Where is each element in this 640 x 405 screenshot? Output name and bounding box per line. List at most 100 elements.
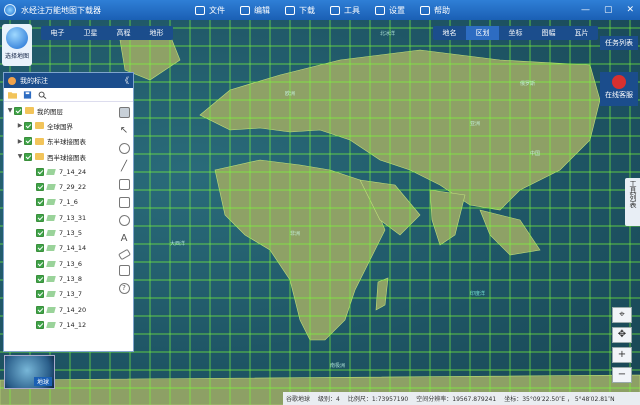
tool-list-label: 工具列表 [629,180,637,208]
support-label: 在线客服 [605,91,633,99]
collapse-icon[interactable]: ▶ [16,122,24,129]
tree-row-leaf[interactable]: 7_1_6 [4,195,112,210]
annotation-panel: 我的标注 《 ▼ 我的图层 ▶ 全球国界 ▶ 东半球接图表 ▼ 西半球接图表 7_14_… [3,72,134,352]
tab-map-sheets[interactable]: 图幅 [532,26,565,40]
menu-file[interactable]: 文件 [195,0,240,20]
tool-list-button[interactable]: 工具列表 [625,178,640,226]
pointer-icon[interactable]: ↖ [119,125,130,136]
main-menu: 文件 编辑 下载 工具 设置 帮助 [195,0,465,20]
tree-row-leaf[interactable]: 7_13_7 [4,287,112,302]
tree-row-leaf[interactable]: 7_14_24 [4,164,112,179]
choose-map-button[interactable]: 选择地图 [2,24,32,66]
layer-checkbox[interactable] [36,320,44,329]
minimize-button[interactable]: — [581,4,590,16]
tree-label: 西半球接图表 [47,153,86,162]
tab-satellite[interactable]: 卫星 [74,26,107,40]
task-list-button[interactable]: 任务列表 [600,36,638,50]
tree-row-eastern-index[interactable]: ▶ 东半球接图表 [4,134,112,149]
tree-label: 7_13_31 [59,213,87,222]
tree-row-leaf[interactable]: 7_13_31 [4,210,112,225]
line-icon[interactable]: ╱ [119,161,130,172]
status-source: 谷歌地球 [286,396,311,403]
tree-row-leaf[interactable]: 7_13_6 [4,256,112,271]
tree-label: 我的图层 [37,107,63,116]
tab-terrain[interactable]: 地形 [140,26,173,40]
menu-edit[interactable]: 编辑 [240,0,285,20]
polygon-layer-icon [46,291,56,298]
tree-row-leaf[interactable]: 7_13_5 [4,225,112,240]
rectangle-icon[interactable] [118,197,130,208]
tab-electronic[interactable]: 电子 [41,26,74,40]
layer-checkbox[interactable] [24,137,32,146]
full-extent-button[interactable]: ⌖ [612,307,632,323]
layer-checkbox[interactable] [36,290,44,299]
tab-place-names[interactable]: 地名 [433,26,466,40]
pan-button[interactable]: ✥ [612,327,632,343]
polygon-layer-icon [46,214,56,221]
layer-checkbox[interactable] [24,121,32,130]
polygon-icon[interactable] [118,179,130,190]
tree-row-leaf[interactable]: 7_14_12 [4,317,112,332]
globe-view-button[interactable]: 地球 [4,355,55,389]
menu-tools[interactable]: 工具 [330,0,375,20]
layer-checkbox[interactable] [36,213,44,222]
tree-row-global-borders[interactable]: ▶ 全球国界 [4,118,112,133]
zoom-in-button[interactable]: + [612,347,632,363]
tree-row-my-layers[interactable]: ▼ 我的图层 [4,103,112,118]
tab-regions[interactable]: 区划 [466,26,499,40]
status-scale: 比例尺：1:73957190 [347,396,409,403]
tree-row-leaf[interactable]: 7_29_22 [4,179,112,194]
file-icon [195,5,205,15]
layer-checkbox[interactable] [36,183,44,192]
expand-icon[interactable]: ▼ [16,153,24,160]
menu-edit-label: 编辑 [254,5,270,15]
tree-row-leaf[interactable]: 7_14_20 [4,302,112,317]
zoom-out-button[interactable]: − [612,367,632,383]
expand-icon[interactable]: ▼ [6,107,14,114]
layer-checkbox[interactable] [36,167,44,176]
edit-icon [240,5,250,15]
tree-row-western-index[interactable]: ▼ 西半球接图表 [4,149,112,164]
save-icon[interactable] [23,90,32,99]
panel-header: 我的标注 《 [4,73,133,88]
map-label-antarctica: 南极洲 [330,363,346,369]
menu-help[interactable]: 帮助 [420,0,465,20]
overlay-tabs: 地名 区划 坐标 图幅 瓦片 [433,26,598,40]
tab-coordinates[interactable]: 坐标 [499,26,532,40]
layer-checkbox[interactable] [36,244,44,253]
status-resolution: 空间分辨率：19567.879241 [416,396,497,403]
search-icon[interactable] [38,91,47,99]
tree-row-leaf[interactable]: 7_14_14 [4,241,112,256]
layer-checkbox[interactable] [36,198,44,207]
tree-row-leaf[interactable]: 7_13_8 [4,271,112,286]
maximize-button[interactable]: ▢ [604,4,613,16]
close-button[interactable]: ✕ [626,4,634,16]
online-support-button[interactable]: 在线客服 [600,72,638,106]
hand-icon[interactable] [118,107,130,118]
collapse-panel-button[interactable]: 《 [121,75,129,86]
marker-icon[interactable] [118,143,130,154]
map-label-asia: 亚洲 [470,121,481,127]
layer-checkbox[interactable] [24,152,32,161]
circle-icon[interactable] [118,215,130,226]
layer-checkbox[interactable] [36,229,44,238]
menu-download[interactable]: 下载 [285,0,330,20]
folder-icon [35,153,44,161]
layer-checkbox[interactable] [14,106,22,115]
polygon-layer-icon [46,184,56,191]
tree-label: 7_14_12 [59,320,87,329]
polygon-layer-icon [46,168,56,175]
layer-checkbox[interactable] [36,305,44,314]
menu-settings[interactable]: 设置 [375,0,420,20]
tab-tiles[interactable]: 瓦片 [565,26,598,40]
polygon-layer-icon [46,275,56,282]
layer-checkbox[interactable] [36,259,44,268]
help-icon[interactable]: ? [118,283,130,294]
open-folder-icon[interactable] [8,91,17,99]
eraser-icon[interactable] [117,248,131,261]
print-icon[interactable] [118,265,130,276]
layer-checkbox[interactable] [36,274,44,283]
collapse-icon[interactable]: ▶ [16,138,24,145]
tab-elevation[interactable]: 高程 [107,26,140,40]
text-icon[interactable]: A [119,233,130,244]
